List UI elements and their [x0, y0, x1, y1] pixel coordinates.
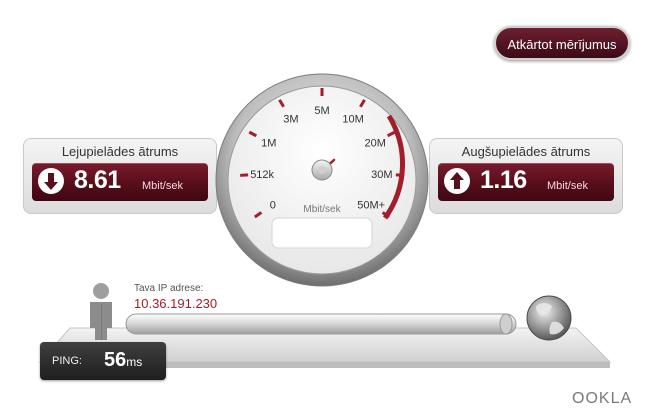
gauge-label: 30M [371, 169, 392, 181]
gauge-label: 1M [261, 137, 276, 149]
gauge-label: 512k [250, 169, 274, 181]
ping-value: 56ms [104, 349, 143, 371]
upload-speed-unit: Mbit/sek [547, 180, 588, 192]
speedometer-gauge: 0 512k 1M 3M 5M 10M20M 30M 50M+ Mbit/sek [215, 73, 429, 287]
download-panel: Lejupielādes ātrums 8.61 Mbit/sek [23, 138, 217, 214]
upload-title: Augšupielādes ātrums [461, 144, 591, 159]
retest-button[interactable]: Atkārtot mērījumus [494, 26, 630, 60]
download-title: Lejupielādes ātrums [61, 144, 179, 159]
gauge-unit: Mbit/sek [303, 204, 341, 215]
upload-value-box: 1.16 Mbit/sek [438, 163, 614, 201]
user-figure-icon [90, 283, 112, 340]
gauge-label: 3M [283, 114, 298, 126]
ping-unit: ms [126, 355, 143, 369]
up-arrow-icon [444, 168, 470, 194]
upload-speed-value: 1.16 [480, 166, 527, 194]
gauge-label: 10M [342, 114, 363, 126]
ping-label: PING: [52, 355, 82, 367]
download-speed-value: 8.61 [74, 166, 121, 194]
globe-icon [526, 295, 572, 341]
gauge-label: 50M+ [357, 199, 385, 211]
gauge-tick [395, 173, 404, 177]
down-arrow-icon [38, 168, 64, 194]
ip-label: Tava IP adrese: [134, 283, 204, 294]
gauge-tick [240, 173, 249, 177]
ip-address: 10.36.191.230 [134, 296, 218, 311]
ping-display: PING: 56ms [40, 342, 166, 380]
download-value-box: 8.61 Mbit/sek [32, 163, 208, 201]
gauge-label: 5M [314, 105, 329, 117]
gauge-label: 20M [365, 137, 386, 149]
upload-panel: Augšupielādes ātrums 1.16 Mbit/sek [429, 138, 623, 214]
download-speed-unit: Mbit/sek [142, 180, 183, 192]
gauge-label: 0 [270, 199, 276, 211]
ookla-logo: OOKLA [572, 390, 633, 407]
